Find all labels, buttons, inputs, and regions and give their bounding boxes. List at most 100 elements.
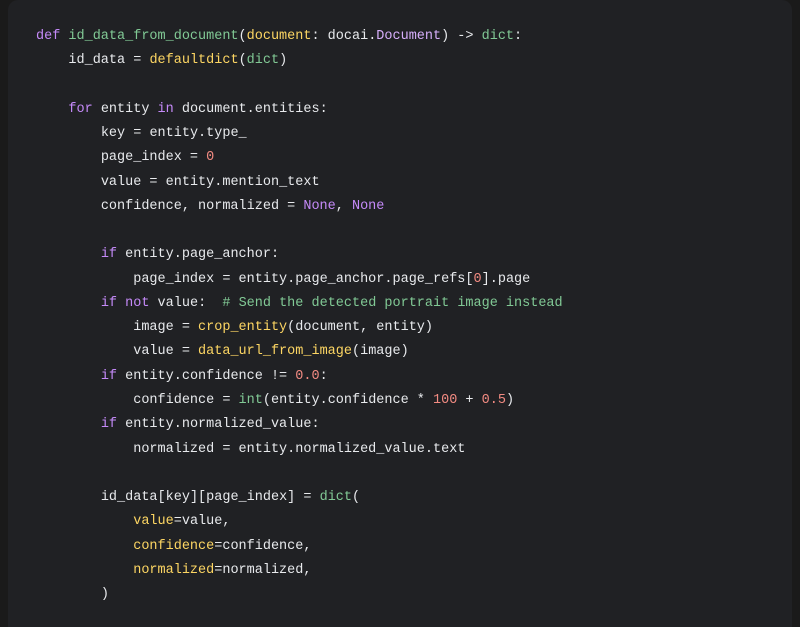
token-param: document [247,29,312,44]
token-attr: page_refs [393,272,466,287]
token-punc: , [182,199,198,214]
token-kw: if [101,417,117,432]
token-op: = [174,320,198,335]
token-op: = [214,272,238,287]
token-var: value [101,175,142,190]
token-op: * [409,393,433,408]
token-kw: not [125,296,149,311]
token-punc: , [303,563,311,578]
token-punc: : [271,247,279,262]
token-attr: page_anchor [295,272,384,287]
token-punc: : [320,369,328,384]
token-attr: confidence [182,369,263,384]
token-op: = [141,175,165,190]
token-kw: if [101,247,117,262]
token-builtin: int [239,393,263,408]
token-var: entity [239,442,288,457]
token-op: = [279,199,303,214]
token-punc: . [490,272,498,287]
token-punc: , [360,320,376,335]
token-punc: ] [482,272,490,287]
token-punc: : [198,296,206,311]
token-builtin: dict [247,53,279,68]
token-var: entity [101,102,150,117]
token-var: page_index [133,272,214,287]
token-op: = [295,490,319,505]
token-type: Document [376,29,441,44]
token-punc: . [320,393,328,408]
token-var: document [295,320,360,335]
token-punc: ( [352,344,360,359]
token-punc: [ [465,272,473,287]
token-attr: text [433,442,465,457]
token-var: entity [125,369,174,384]
token-num: 0 [474,272,482,287]
token-attr: page_anchor [182,247,271,262]
token-var: page_index [206,490,287,505]
token-var: value [158,296,199,311]
token-var: normalized [133,442,214,457]
token-op: = [174,344,198,359]
token-punc: . [198,126,206,141]
token-var: value [182,514,223,529]
token-attr: confidence [328,393,409,408]
token-punc: . [174,417,182,432]
token-none: None [352,199,384,214]
token-var: key [166,490,190,505]
token-attr: mention_text [222,175,319,190]
token-var: confidence [101,199,182,214]
token-var: entity [125,247,174,262]
token-var: id_data [68,53,125,68]
token-call: defaultdict [149,53,238,68]
token-var: key [101,126,125,141]
token-builtin: dict [482,29,514,44]
token-var: id_data [101,490,158,505]
token-var: page_index [101,150,182,165]
token-param: normalized [133,563,214,578]
token-op: = [125,53,149,68]
token-var: confidence [222,539,303,554]
token-var: normalized [222,563,303,578]
token-call: data_url_from_image [198,344,352,359]
token-op: = [182,150,206,165]
token-kw: if [101,296,117,311]
token-punc: : [311,29,327,44]
token-comment: # Send the detected portrait image inste… [222,296,562,311]
token-attr: entities [255,102,320,117]
token-punc: , [336,199,352,214]
token-var: confidence [133,393,214,408]
token-punc: . [174,369,182,384]
token-punc: , [303,539,311,554]
token-var: image [133,320,174,335]
token-var: image [360,344,401,359]
token-punc: . [425,442,433,457]
token-kw: def [36,29,68,44]
token-attr: normalized_value [295,442,425,457]
token-param: value [133,514,174,529]
token-op: + [457,393,481,408]
python-source: def id_data_from_document(document: doca… [36,29,563,627]
token-var: entity [239,272,288,287]
token-kw: in [158,102,174,117]
token-var: docai [328,29,369,44]
token-punc: ) [506,393,514,408]
token-var: entity [149,126,198,141]
token-op: = [174,514,182,529]
token-punc: . [174,247,182,262]
token-attr: type_ [206,126,247,141]
token-punc: . [384,272,392,287]
token-punc: : [320,102,328,117]
token-punc: ( [239,29,247,44]
token-punc: ( [239,53,247,68]
token-punc: ) [279,53,287,68]
token-punc: : [514,29,522,44]
token-param: confidence [133,539,214,554]
token-num: 0.5 [482,393,506,408]
token-var: entity [166,175,215,190]
token-var: entity [125,417,174,432]
token-var: value [133,344,174,359]
token-punc: ) -> [441,29,482,44]
token-num: 0 [206,150,214,165]
token-punc: , [222,514,230,529]
token-none: None [303,199,335,214]
